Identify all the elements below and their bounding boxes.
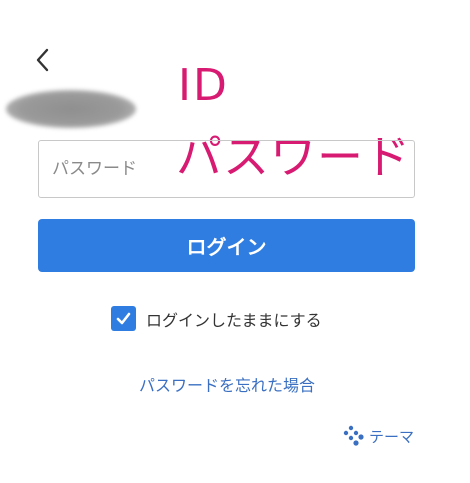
forgot-password-link[interactable]: パスワードを忘れた場合 <box>0 372 454 396</box>
annotation-id-label: ID <box>178 60 229 111</box>
checkbox-checked[interactable] <box>111 306 136 331</box>
chevron-left-icon <box>36 48 49 72</box>
redacted-user-id <box>6 90 136 128</box>
password-input[interactable] <box>38 140 415 198</box>
palette-dots-icon <box>343 425 364 446</box>
theme-button[interactable]: テーマ <box>342 424 414 448</box>
login-button[interactable]: ログイン <box>38 219 415 272</box>
remember-me-checkbox[interactable]: ログインしたままにする <box>111 306 322 331</box>
remember-me-label: ログインしたままにする <box>146 310 322 330</box>
login-button-label: ログイン <box>186 235 267 259</box>
back-button[interactable] <box>30 44 58 76</box>
theme-label: テーマ <box>369 427 415 446</box>
checkmark-icon <box>116 312 131 325</box>
